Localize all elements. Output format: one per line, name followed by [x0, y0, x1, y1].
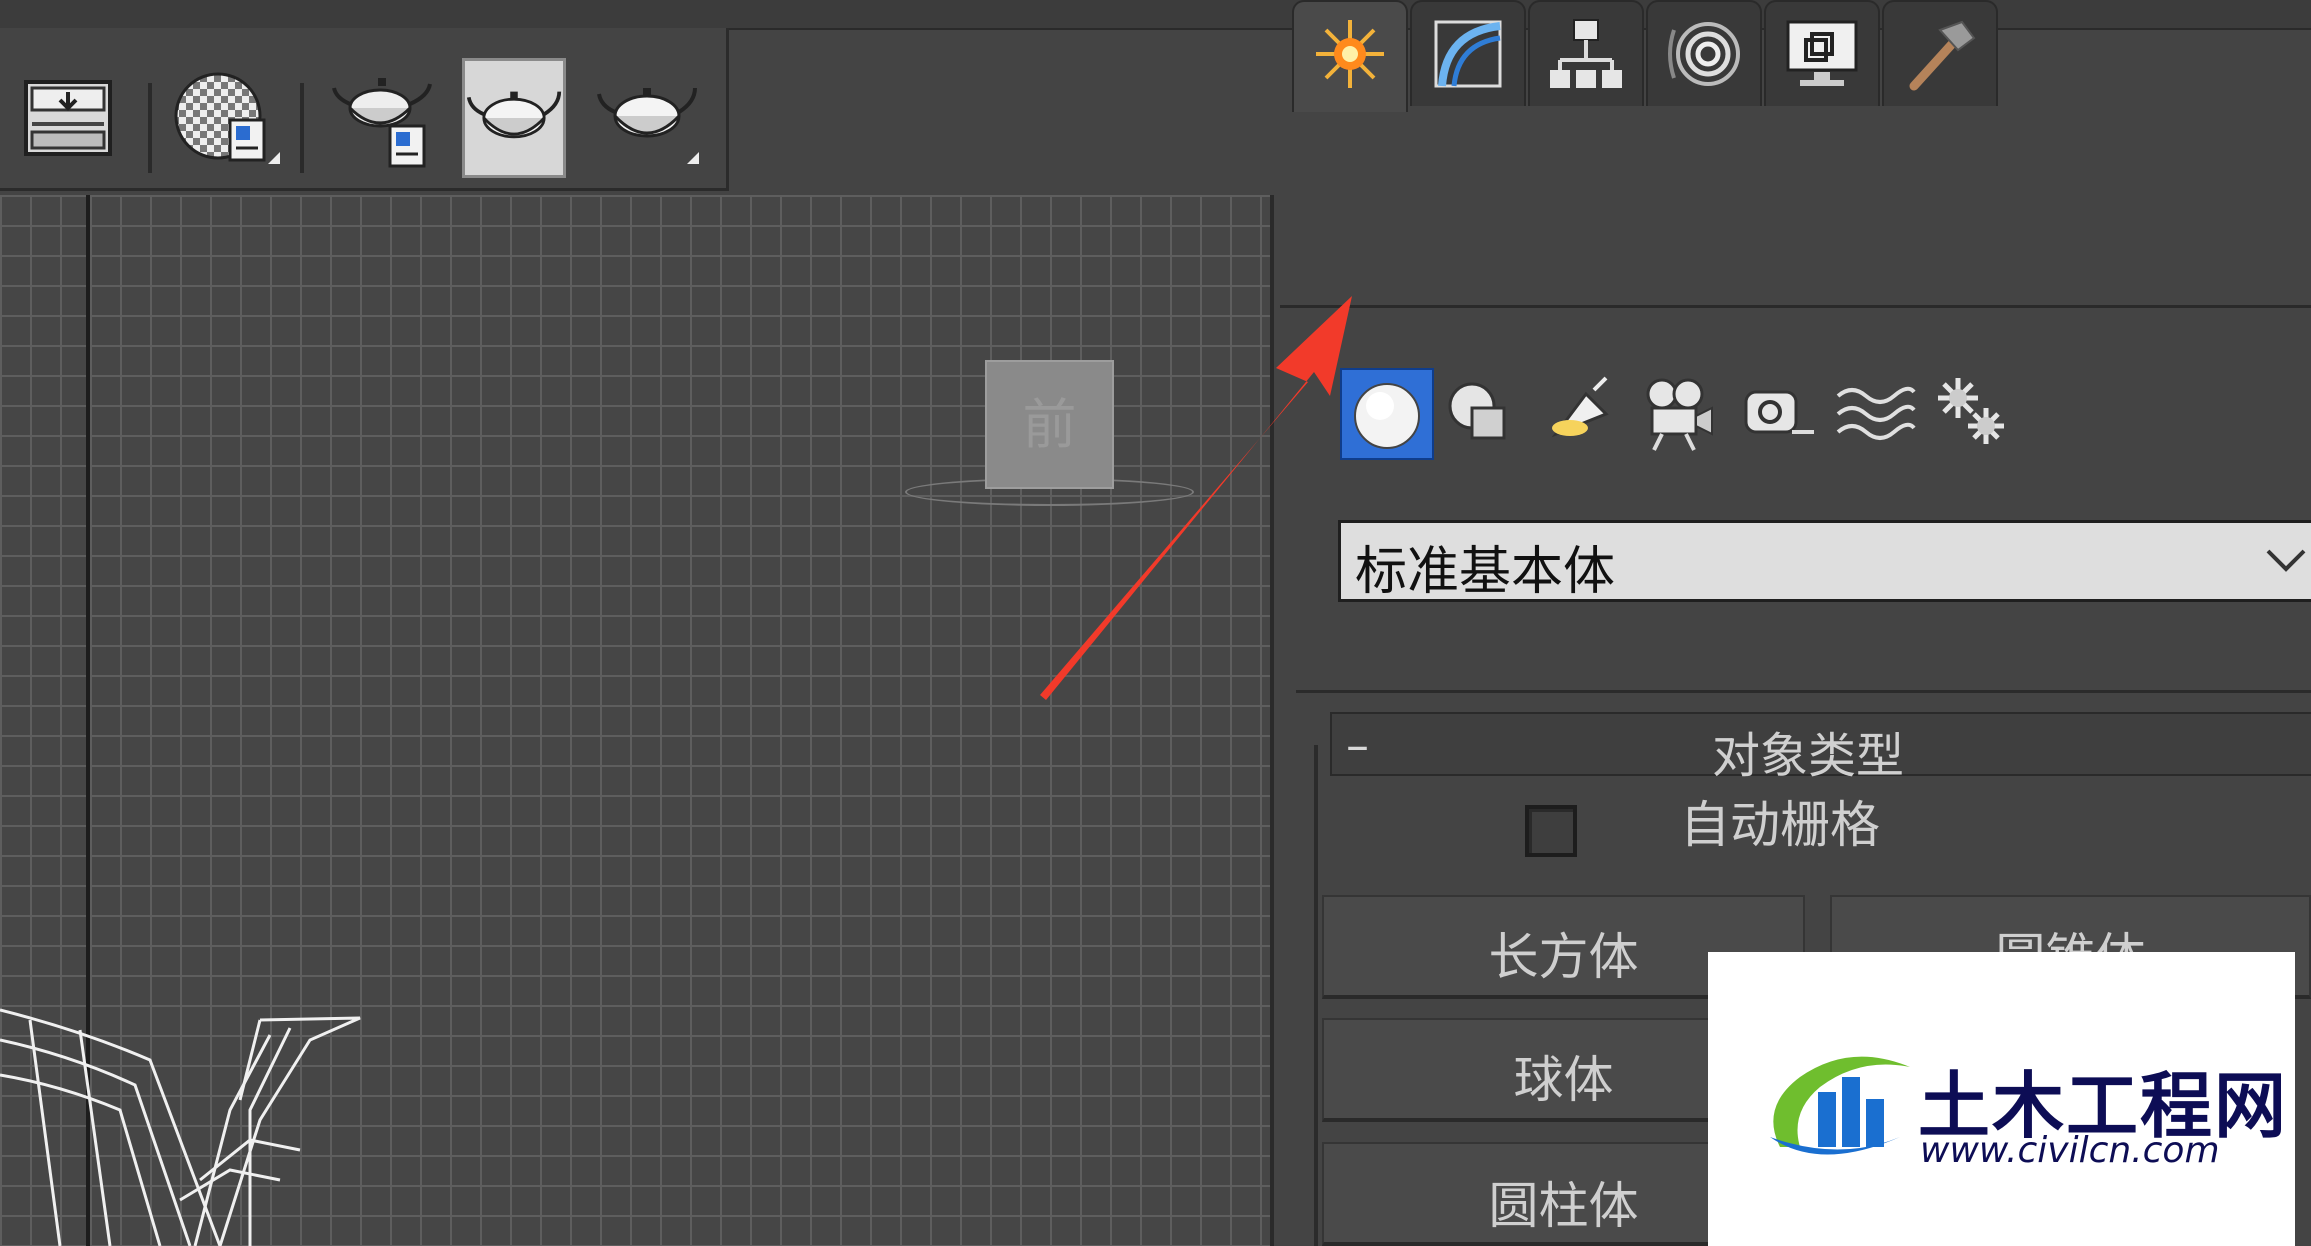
modify-tab-icon — [1434, 20, 1502, 88]
category-helpers[interactable] — [1732, 368, 1822, 456]
rollout-frame — [1314, 745, 1318, 1246]
geometry-icon — [1354, 383, 1420, 449]
display-tab-icon — [1786, 20, 1858, 86]
tab-modify[interactable] — [1410, 0, 1526, 106]
shapes-icon — [1448, 382, 1506, 440]
auto-grid-label: 自动栅格 — [1680, 796, 1880, 854]
tab-hierarchy[interactable] — [1528, 0, 1644, 106]
render-production-icon[interactable] — [462, 58, 566, 178]
lights-icon — [1551, 376, 1609, 438]
render-iterative-icon[interactable] — [595, 58, 705, 178]
cameras-icon — [1646, 378, 1713, 451]
panel-divider — [1296, 690, 2311, 693]
watermark-url: www.civilcn.com — [1920, 1130, 2220, 1171]
material-editor-icon[interactable] — [172, 58, 282, 178]
toolbar-separator — [300, 83, 304, 173]
viewcube-front-face[interactable]: 前 — [985, 360, 1114, 489]
render-frame-window-icon[interactable] — [330, 58, 440, 178]
perspective-viewport[interactable] — [0, 195, 1274, 1246]
category-space-warps[interactable] — [1830, 368, 1920, 456]
tab-display[interactable] — [1764, 0, 1880, 106]
category-cameras[interactable] — [1632, 368, 1722, 456]
create-tab-icon — [1316, 20, 1384, 88]
category-lights[interactable] — [1536, 368, 1626, 456]
hierarchy-tab-icon — [1550, 19, 1622, 88]
motion-tab-icon — [1668, 22, 1740, 86]
category-shapes[interactable] — [1436, 368, 1526, 456]
tab-motion[interactable] — [1646, 0, 1762, 106]
civilcn-logo — [1770, 1056, 1910, 1155]
collapse-icon: – — [1346, 718, 1369, 772]
helpers-icon — [1744, 390, 1814, 434]
category-geometry[interactable] — [1340, 368, 1434, 460]
render-setup-icon[interactable] — [18, 58, 118, 178]
auto-grid-checkbox[interactable] — [1525, 805, 1577, 857]
tab-baseline — [1280, 305, 2311, 308]
render-toolbar — [0, 28, 729, 191]
space-warps-icon — [1836, 386, 1916, 440]
dropdown-selected-value: 标准基本体 — [1355, 542, 1616, 602]
primitive-type-dropdown[interactable]: 标准基本体 — [1338, 520, 2311, 602]
toolbar-separator — [148, 83, 152, 173]
rollout-title: 对象类型 — [1712, 728, 1905, 784]
viewport-axis-line — [86, 195, 90, 1246]
tab-utilities[interactable] — [1882, 0, 1998, 106]
object-type-rollout-header[interactable]: – 对象类型 — [1330, 712, 2311, 784]
systems-icon — [1938, 378, 2004, 444]
tab-create[interactable] — [1292, 0, 1408, 112]
category-systems[interactable] — [1928, 368, 2018, 456]
utilities-tab-icon — [1909, 20, 1976, 91]
chevron-down-icon — [2266, 549, 2306, 572]
watermark-overlay: 土木工程网 www.civilcn.com — [1708, 952, 2295, 1246]
